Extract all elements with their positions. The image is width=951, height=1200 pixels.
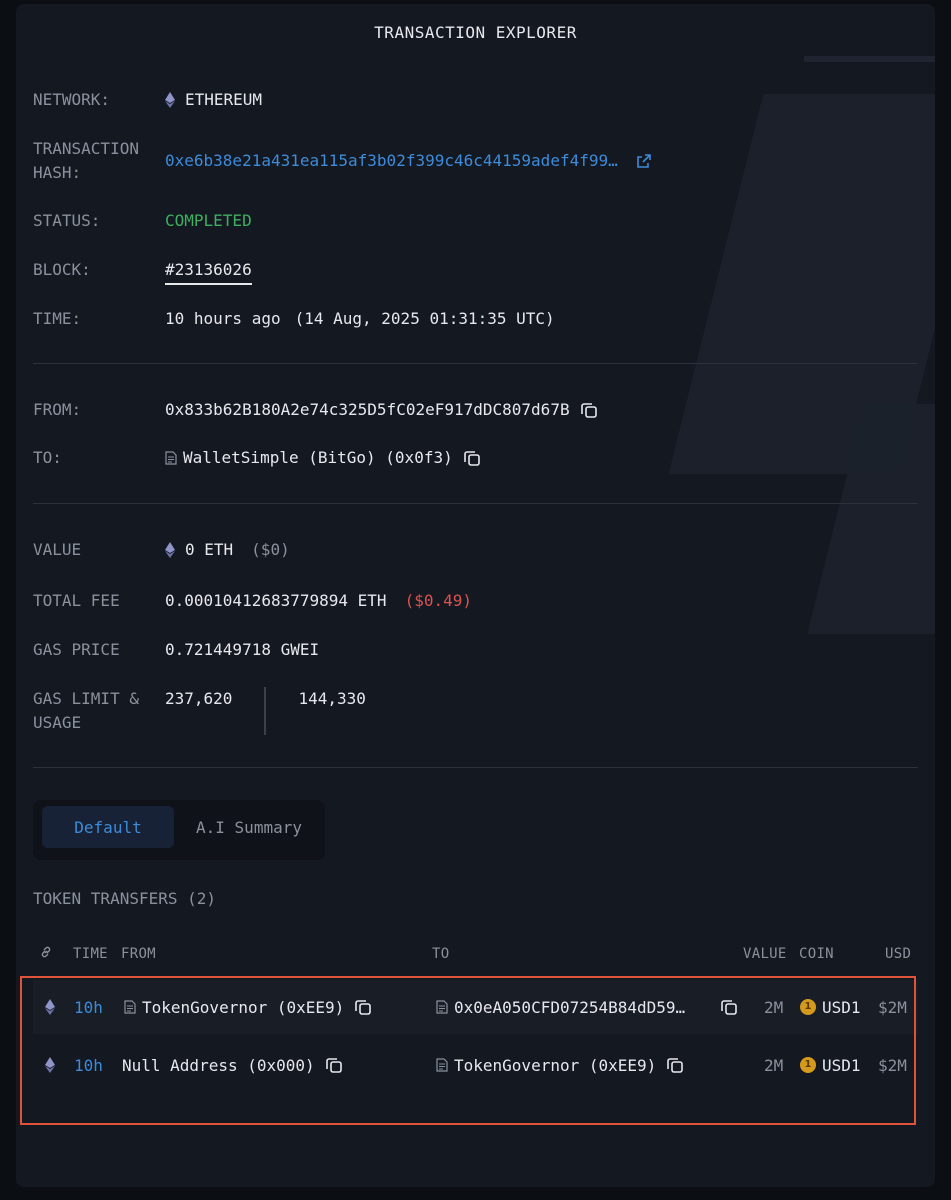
transfer-time-link[interactable]: 10h [74,980,103,1034]
time-row: TIME: 10 hours ago (14 Aug, 2025 01:31:3… [33,307,555,331]
token-transfers-title: TOKEN TRANSFERS (2) [33,889,217,908]
status-badge: COMPLETED [165,211,252,230]
transfer-time-link[interactable]: 10h [74,1038,103,1092]
block-row: BLOCK: #23136026 [33,258,252,285]
divider [33,503,918,504]
view-tabs: Default A.I Summary [33,800,325,860]
transfer-value: 2M [764,1055,784,1075]
tab-default[interactable]: Default [42,806,174,848]
network-value: ETHEREUM [185,90,263,109]
network-label: NETWORK: [33,90,111,109]
tab-ai-summary[interactable]: A.I Summary [183,806,315,848]
from-label: FROM: [33,400,82,419]
ethereum-icon [45,999,55,1015]
from-row: FROM: 0x833b62B180A2e74c325D5fC02eF917dD… [33,398,598,422]
to-address[interactable]: WalletSimple (BitGo) (0x0f3) [183,446,453,470]
copy-icon[interactable] [720,998,738,1016]
status-label: STATUS: [33,211,101,230]
time-relative: 10 hours ago [165,309,281,328]
transfer-from[interactable]: TokenGovernor (0xEE9) [142,998,344,1017]
fee-usd: ($0.49) [404,591,472,610]
divider [33,767,918,768]
copy-icon[interactable] [463,449,481,467]
gas-price-value: 0.721449718 GWEI [165,640,320,659]
transfer-coin[interactable]: USD1 [822,1056,861,1075]
network-row: NETWORK: ETHEREUM [33,88,262,112]
ethereum-icon [165,542,175,558]
contract-file-icon [165,451,177,465]
link-icon [41,946,51,958]
copy-icon[interactable] [580,401,598,419]
column-header-from: FROM [121,946,156,962]
contract-file-icon [436,1058,448,1072]
background-decoration [804,56,935,62]
transfer-value: 2M [764,997,784,1017]
block-label: BLOCK: [33,260,91,279]
transfer-to[interactable]: 0x0eA050CFD07254B84dD59… [454,998,685,1017]
gas-limit-row: GAS LIMIT & USAGE 237,620 144,330 [33,687,366,735]
table-row[interactable]: 10h Null Address (0x000) TokenGovernor (… [33,1038,918,1092]
column-header-usd: USD [885,946,912,962]
value-row: VALUE 0 ETH ($0) [33,538,290,562]
hash-row: TRANSACTION HASH: 0xe6b38e21a431ea115af3… [33,137,652,185]
gas-price-label: GAS PRICE [33,640,120,659]
transfer-usd: $2M [878,1055,907,1075]
gas-limit-value: 237,620 [165,689,233,708]
transaction-panel: TRANSACTION EXPLORER NETWORK: ETHEREUM T… [16,4,935,1187]
contract-file-icon [436,1000,448,1014]
usd1-coin-icon: 1 [800,1057,816,1073]
external-link-icon[interactable] [636,153,652,169]
column-header-value: VALUE [743,946,787,962]
fee-label: TOTAL FEE [33,591,120,610]
gas-usage-value: 144,330 [298,689,366,708]
column-header-to: TO [432,946,450,962]
column-header-time: TIME [73,946,108,962]
copy-icon[interactable] [666,1056,684,1074]
value-eth: 0 ETH [185,540,234,559]
gas-separator [264,687,267,735]
transfer-from[interactable]: Null Address (0x000) [122,1056,315,1075]
value-label: VALUE [33,540,82,559]
table-row[interactable]: 10h TokenGovernor (0xEE9) 0x0eA050CFD072… [33,980,918,1034]
usd1-coin-icon: 1 [800,999,816,1015]
column-header-coin: COIN [799,946,834,962]
transfer-coin[interactable]: USD1 [822,998,861,1017]
status-row: STATUS: COMPLETED [33,209,252,233]
page-title: TRANSACTION EXPLORER [374,23,577,42]
transfer-usd: $2M [878,997,907,1017]
fee-eth: 0.00010412683779894 ETH [165,591,387,610]
block-number-link[interactable]: #23136026 [165,258,252,285]
copy-icon[interactable] [325,1056,343,1074]
value-usd: ($0) [251,540,290,559]
time-absolute: (14 Aug, 2025 01:31:35 UTC) [294,309,555,328]
transfer-to[interactable]: TokenGovernor (0xEE9) [454,1056,656,1075]
transaction-hash-link[interactable]: 0xe6b38e21a431ea115af3b02f399c46c44159ad… [165,149,618,173]
gas-price-row: GAS PRICE 0.721449718 GWEI [33,638,319,662]
ethereum-icon [45,1057,55,1073]
ethereum-icon [165,92,175,108]
contract-file-icon [124,1000,136,1014]
hash-label: TRANSACTION HASH: [33,139,139,182]
gas-limit-label: GAS LIMIT & USAGE [33,689,139,732]
to-row: TO: WalletSimple (BitGo) (0x0f3) [33,446,481,470]
time-label: TIME: [33,309,82,328]
divider [33,363,918,364]
to-label: TO: [33,448,62,467]
from-address[interactable]: 0x833b62B180A2e74c325D5fC02eF917dDC807d6… [165,398,570,422]
copy-icon[interactable] [354,998,372,1016]
fee-row: TOTAL FEE 0.00010412683779894 ETH ($0.49… [33,589,472,613]
